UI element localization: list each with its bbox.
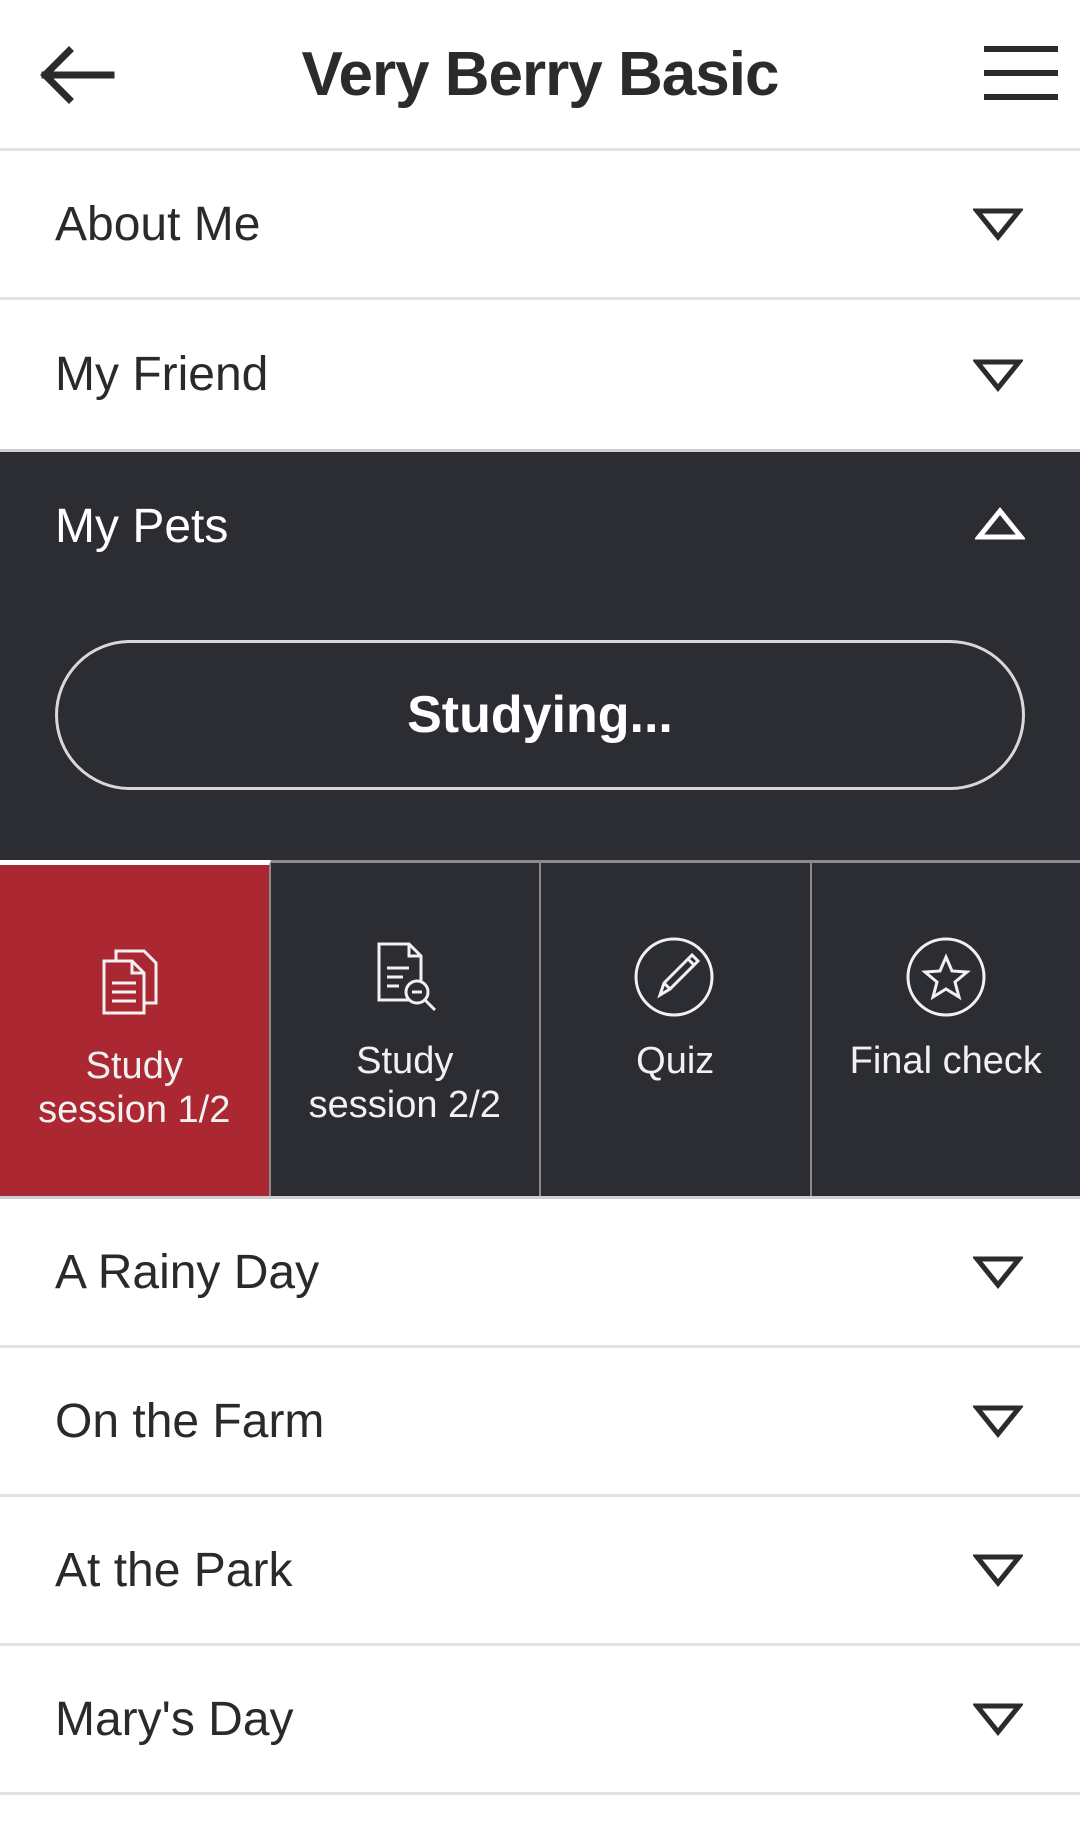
- arrow-left-icon: [40, 46, 115, 104]
- app-screen: Very Berry Basic About Me My Friend My P…: [0, 0, 1080, 1845]
- lesson-row[interactable]: A Rainy Day: [0, 1199, 1080, 1348]
- studying-status-button[interactable]: Studying...: [55, 640, 1025, 790]
- triangle-down-icon: [971, 355, 1025, 395]
- triangle-up-icon: [973, 506, 1027, 546]
- pencil-circle-icon: [630, 931, 720, 1021]
- expanded-lesson-header[interactable]: My Pets: [0, 452, 1080, 600]
- triangle-down-icon: [971, 1550, 1025, 1590]
- lesson-row[interactable]: On the Farm: [0, 1348, 1080, 1497]
- tab-label: Final check: [849, 1040, 1042, 1082]
- app-header: Very Berry Basic: [0, 0, 1080, 151]
- hamburger-icon: [984, 46, 1058, 100]
- tab-final-check[interactable]: Final check: [812, 863, 1080, 1196]
- tab-label: Study session 2/2: [308, 1040, 501, 1126]
- tab-label: Quiz: [636, 1040, 715, 1082]
- lesson-label: On the Farm: [55, 1394, 325, 1448]
- lesson-row[interactable]: About Me: [0, 151, 1080, 300]
- tab-study-session-2[interactable]: Study session 2/2: [271, 863, 541, 1196]
- lesson-list: A Rainy Day On the Farm At the Park Mary…: [0, 1196, 1080, 1795]
- menu-button[interactable]: [980, 38, 1062, 108]
- status-area: Studying...: [0, 600, 1080, 860]
- lesson-label: My Friend: [55, 348, 269, 401]
- lesson-label: About Me: [55, 197, 261, 251]
- lesson-row[interactable]: Mary's Day: [0, 1646, 1080, 1795]
- lesson-row[interactable]: My Friend: [0, 300, 1080, 449]
- triangle-down-icon: [971, 1699, 1025, 1739]
- triangle-down-icon: [971, 1401, 1025, 1441]
- lesson-row[interactable]: At the Park: [0, 1497, 1080, 1646]
- page-title: Very Berry Basic: [301, 39, 780, 109]
- triangle-down-icon: [971, 1252, 1025, 1292]
- back-button[interactable]: [30, 35, 120, 115]
- expanded-lesson-panel: My Pets Studying... Study session 1/2 St…: [0, 449, 1080, 1196]
- lesson-label: At the Park: [55, 1543, 293, 1597]
- study-tabs: Study session 1/2 Study session 2/2 Quiz…: [0, 860, 1080, 1196]
- lesson-label: My Pets: [55, 499, 229, 553]
- lesson-label: A Rainy Day: [55, 1245, 320, 1299]
- documents-icon: [89, 936, 179, 1026]
- tab-study-session-1[interactable]: Study session 1/2: [0, 860, 271, 1196]
- triangle-down-icon: [971, 204, 1025, 244]
- lesson-label: Mary's Day: [55, 1692, 294, 1746]
- tab-quiz[interactable]: Quiz: [541, 863, 812, 1196]
- document-search-icon: [360, 931, 450, 1021]
- star-circle-icon: [901, 931, 991, 1021]
- tab-label: Study session 1/2: [38, 1045, 231, 1131]
